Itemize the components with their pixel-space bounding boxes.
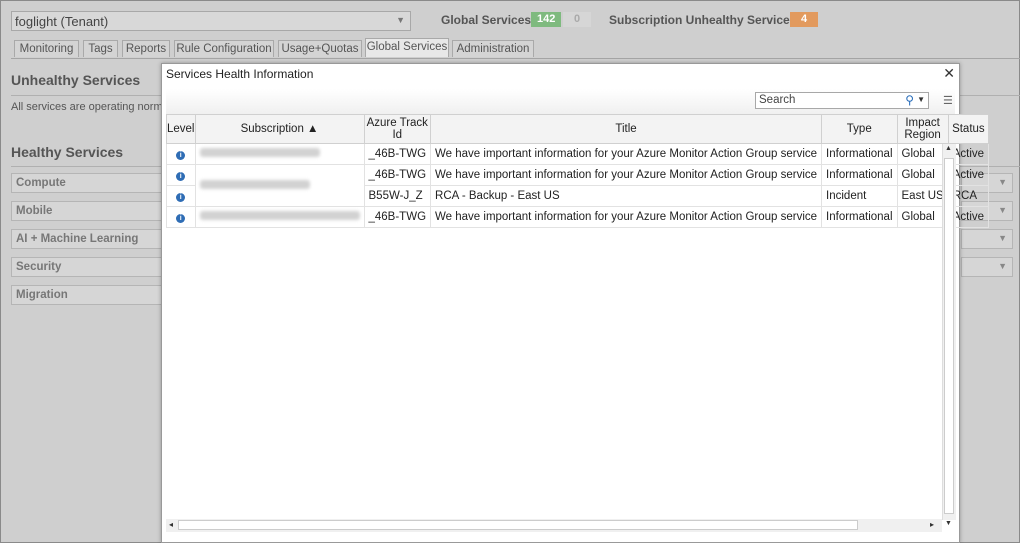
track-cell: _46B-TWG — [363, 143, 432, 165]
chevron-down-icon: ▼ — [998, 261, 1007, 271]
col-level[interactable]: Level — [166, 114, 196, 144]
region-cell: Global — [896, 206, 949, 228]
scroll-down-icon[interactable]: ▼ — [945, 520, 952, 527]
redacted-subscription — [199, 211, 360, 220]
type-cell: Informational — [821, 206, 898, 228]
tenant-value: foglight (Tenant) — [15, 14, 109, 29]
tab-divider — [11, 58, 1020, 59]
chevron-down-icon: ▼ — [396, 15, 405, 25]
scroll-right-icon[interactable]: ▸ — [930, 520, 934, 529]
tab-monitoring[interactable]: Monitoring — [14, 40, 79, 57]
col-status[interactable]: Status — [947, 114, 990, 144]
divider — [960, 95, 1020, 96]
redacted-subscription — [199, 148, 320, 157]
info-icon: i — [176, 151, 186, 160]
region-cell: Global — [896, 164, 949, 186]
chevron-down-icon[interactable]: ▼ — [917, 95, 925, 104]
title-cell: We have important information for your A… — [430, 143, 823, 165]
subscription-unhealthy-label: Subscription Unhealthy Services: — [609, 13, 801, 27]
col-impact-region[interactable]: Impact Region — [896, 114, 949, 144]
vertical-scrollbar[interactable]: ▲ ▼ — [942, 144, 956, 527]
scroll-thumb[interactable] — [944, 158, 954, 514]
search-placeholder: Search — [759, 94, 796, 106]
level-cell: i — [166, 143, 196, 165]
title-cell: We have important information for your A… — [430, 164, 823, 186]
subscription-cell — [194, 143, 365, 165]
global-services-label: Global Services: — [441, 13, 536, 27]
close-icon[interactable]: ✕ — [943, 65, 955, 82]
type-cell: Incident — [821, 185, 898, 207]
services-table: Level Subscription ▲ Azure Track Id Titl… — [166, 114, 990, 228]
category-expander[interactable]: ▼ — [961, 257, 1013, 277]
search-icon[interactable]: ⚲ — [905, 93, 914, 107]
category-ai-machine-learning[interactable]: AI + Machine Learning — [11, 229, 163, 249]
level-cell: i — [166, 185, 196, 207]
table-row[interactable]: i _46B-TWG We have important information… — [166, 143, 990, 165]
redacted-subscription — [199, 179, 310, 189]
search-input[interactable]: Search ⚲ ▼ — [755, 92, 929, 109]
title-cell: RCA - Backup - East US — [430, 185, 823, 207]
tab-usage-quotas[interactable]: Usage+Quotas — [278, 40, 362, 57]
region-cell: Global — [896, 143, 949, 165]
info-icon: i — [176, 172, 186, 181]
scroll-left-icon[interactable]: ◂ — [169, 520, 173, 529]
divider — [11, 95, 161, 96]
subscription-cell — [194, 164, 365, 207]
category-security[interactable]: Security — [11, 257, 163, 277]
type-cell: Informational — [821, 164, 898, 186]
tab-rule-configuration[interactable]: Rule Configuration — [174, 40, 274, 57]
region-cell: East US — [896, 185, 949, 207]
info-icon: i — [176, 214, 186, 223]
col-azure-track-id[interactable]: Azure Track Id — [363, 114, 432, 144]
level-cell: i — [166, 206, 196, 228]
col-title[interactable]: Title — [430, 114, 823, 144]
services-health-dialog: Services Health Information ✕ Search ⚲ ▼… — [161, 63, 990, 543]
tab-tags[interactable]: Tags — [83, 40, 118, 57]
divider — [11, 166, 161, 167]
col-type[interactable]: Type — [821, 114, 898, 144]
column-menu-icon[interactable]: ☰ — [943, 94, 953, 107]
track-cell: B55W-J_Z — [363, 185, 432, 207]
dialog-title: Services Health Information — [166, 67, 314, 81]
tab-administration[interactable]: Administration — [452, 40, 534, 57]
track-cell: _46B-TWG — [363, 164, 432, 186]
category-migration[interactable]: Migration — [11, 285, 163, 305]
track-cell: _46B-TWG — [363, 206, 432, 228]
level-cell: i — [166, 164, 196, 186]
info-icon: i — [176, 193, 186, 202]
subscription-cell — [194, 206, 365, 228]
table-header: Level Subscription ▲ Azure Track Id Titl… — [166, 114, 990, 144]
table-row[interactable]: i _46B-TWG We have important information… — [166, 164, 990, 207]
unhealthy-note: All services are operating norma — [11, 101, 169, 113]
table-row[interactable]: i _46B-TWG We have important information… — [166, 206, 990, 228]
type-cell: Informational — [821, 143, 898, 165]
horizontal-scrollbar[interactable]: ◂ ▸ — [166, 519, 942, 532]
healthy-services-title: Healthy Services — [11, 144, 124, 160]
global-services-other-badge[interactable]: 0 — [563, 12, 591, 27]
title-cell: We have important information for your A… — [430, 206, 823, 228]
tenant-select[interactable]: foglight (Tenant) ▼ — [11, 11, 411, 31]
tab-global-services[interactable]: Global Services — [365, 38, 449, 57]
category-mobile[interactable]: Mobile — [11, 201, 163, 221]
chevron-down-icon: ▼ — [998, 177, 1007, 187]
tab-reports[interactable]: Reports — [122, 40, 170, 57]
chevron-down-icon: ▼ — [998, 233, 1007, 243]
chevron-down-icon: ▼ — [998, 205, 1007, 215]
unhealthy-services-title: Unhealthy Services — [11, 72, 141, 88]
scroll-up-icon[interactable]: ▲ — [945, 145, 952, 152]
global-services-healthy-badge[interactable]: 142 — [531, 12, 562, 27]
category-compute[interactable]: Compute — [11, 173, 163, 193]
scroll-thumb[interactable] — [178, 520, 858, 530]
subscription-unhealthy-badge[interactable]: 4 — [790, 12, 818, 27]
category-expander[interactable]: ▼ — [961, 229, 1013, 249]
col-subscription[interactable]: Subscription ▲ — [194, 114, 365, 144]
